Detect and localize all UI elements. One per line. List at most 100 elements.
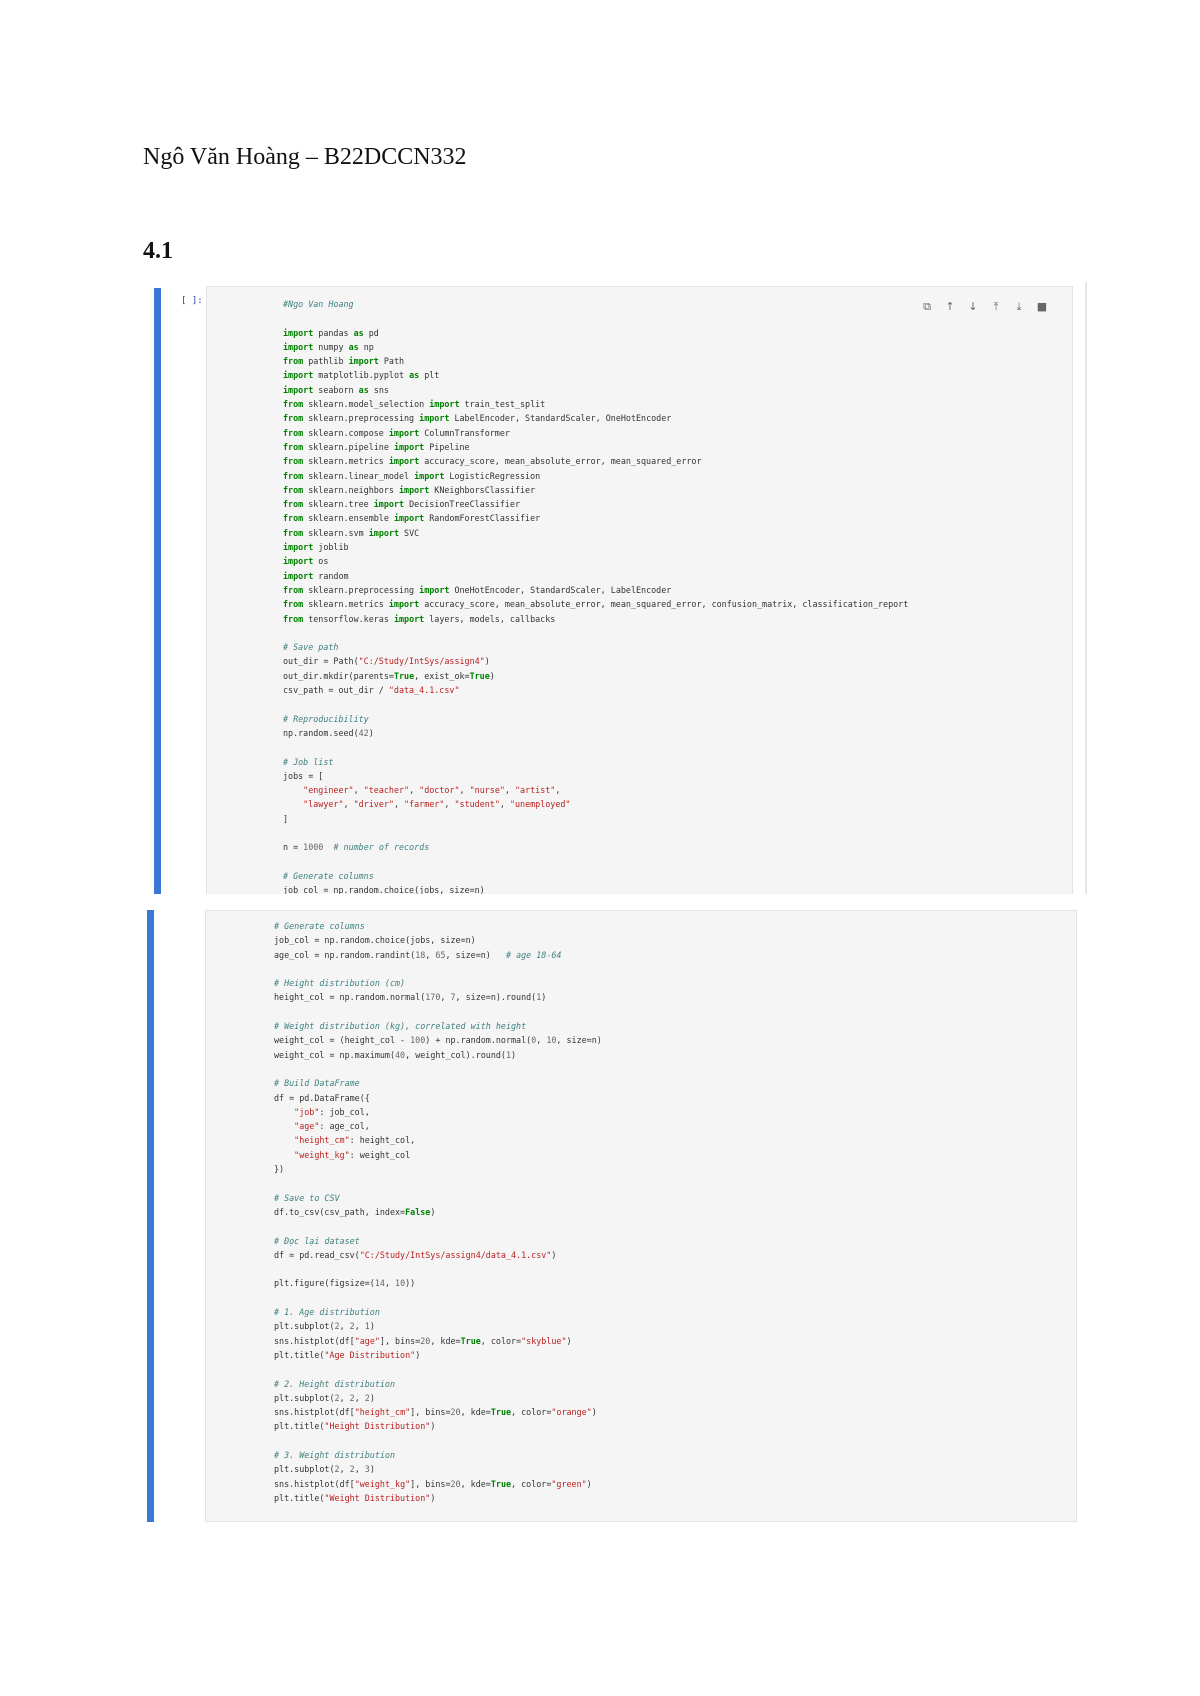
- active-cell-indicator: [154, 288, 161, 894]
- code-line: height_col = np.random.normal(170, 7, si…: [274, 992, 547, 1003]
- code-line: from sklearn.tree import DecisionTreeCla…: [283, 499, 521, 510]
- code-line: import seaborn as sns: [283, 384, 389, 395]
- code-editor-area[interactable]: ⧉ ↑ ↓ ⤒ ⤓ ■ #Ngo Van Hoang import pandas as p…: [206, 286, 1073, 894]
- code-line: plt.figure(figsize=(14, 10)): [274, 1278, 416, 1289]
- code-line: out_dir = Path("C:/Study/IntSys/assign4"…: [283, 656, 490, 667]
- active-cell-indicator: [147, 910, 154, 1522]
- code-line: jobs = [: [283, 770, 324, 781]
- code-line: csv_path = out_dir / "data_4.1.csv": [283, 685, 460, 696]
- code-line: from sklearn.svm import SVC: [283, 527, 420, 538]
- code-line: import os: [283, 556, 329, 567]
- code-line: plt.subplot(2, 2, 2): [274, 1392, 375, 1403]
- cell-toolbar: ⧉ ↑ ↓ ⤒ ⤓ ■: [919, 299, 1050, 315]
- code-line: # Generate columns: [274, 921, 365, 931]
- code-line: import numpy as np: [283, 341, 374, 352]
- code-line: # Save to CSV: [274, 1192, 340, 1203]
- code-line: out_dir.mkdir(parents=True, exist_ok=Tru…: [283, 670, 495, 681]
- code-line: from sklearn.preprocessing import OneHot…: [283, 584, 672, 595]
- code-line: plt.title("Age Distribution"): [274, 1349, 421, 1360]
- code-line: "job": job_col,: [294, 1106, 370, 1117]
- code-line: import matplotlib.pyplot as plt: [283, 370, 440, 381]
- code-line: from tensorflow.keras import layers, mod…: [283, 613, 556, 624]
- arrow-down-icon[interactable]: ↓: [965, 299, 981, 315]
- code-line: job_col = np.random.choice(jobs, size=n): [274, 935, 476, 946]
- code-line: sns.histplot(df["height_cm"], bins=20, k…: [274, 1407, 597, 1418]
- code-line: # Reproducibility: [283, 713, 369, 724]
- delete-icon[interactable]: ■: [1034, 299, 1050, 315]
- insert-below-icon[interactable]: ⤓: [1011, 299, 1027, 315]
- code-line: from sklearn.ensemble import RandomFores…: [283, 513, 541, 524]
- code-line: from sklearn.metrics import accuracy_sco…: [283, 599, 909, 610]
- code-line: # Generate columns: [283, 870, 374, 881]
- copy-icon[interactable]: ⧉: [919, 299, 935, 315]
- code-line: weight_col = np.maximum(40, weight_col).…: [274, 1049, 517, 1060]
- notebook-cell-1[interactable]: [ ]: ⧉ ↑ ↓ ⤒ ⤓ ■ #Ngo Van Hoang import pandas…: [143, 282, 1087, 894]
- code-block-2[interactable]: # Generate columns job_col = np.random.ch…: [274, 919, 602, 1505]
- code-line: #Ngo Van Hoang: [283, 299, 354, 309]
- code-line: df = pd.read_csv("C:/Study/IntSys/assign…: [274, 1249, 557, 1260]
- code-line: plt.subplot(2, 2, 1): [274, 1321, 375, 1332]
- code-line: # Weight distribution (kg), correlated w…: [274, 1021, 527, 1032]
- code-line: "weight_kg": weight_col: [294, 1149, 411, 1160]
- code-line: # Đọc lại dataset: [274, 1235, 360, 1246]
- document-title: Ngô Văn Hoàng – B22DCCN332: [143, 144, 467, 170]
- code-line: plt.title("Weight Distribution"): [274, 1492, 436, 1503]
- code-line: df = pd.DataFrame({: [274, 1092, 370, 1103]
- code-editor-area[interactable]: # Generate columns job_col = np.random.ch…: [205, 910, 1077, 1522]
- code-line: from sklearn.preprocessing import LabelE…: [283, 413, 672, 424]
- code-line: from sklearn.linear_model import Logisti…: [283, 470, 541, 481]
- section-heading: 4.1: [143, 238, 173, 264]
- code-line: "height_cm": height_col,: [294, 1135, 416, 1146]
- code-line: df.to_csv(csv_path, index=False): [274, 1206, 436, 1217]
- code-line: weight_col = (height_col - 100) + np.ran…: [274, 1035, 602, 1046]
- code-line: "lawyer", "driver", "farmer", "student",…: [303, 799, 571, 810]
- code-line: plt.subplot(2, 2, 3): [274, 1464, 375, 1475]
- notebook-cell-2[interactable]: # Generate columns job_col = np.random.ch…: [143, 910, 1077, 1522]
- code-line: plt.title("Height Distribution"): [274, 1421, 436, 1432]
- code-line: import random: [283, 570, 349, 581]
- code-line: from pathlib import Path: [283, 356, 405, 367]
- code-line: # 1. Age distribution: [274, 1307, 380, 1318]
- code-line: from sklearn.model_selection import trai…: [283, 399, 546, 410]
- insert-above-icon[interactable]: ⤒: [988, 299, 1004, 315]
- code-line: import joblib: [283, 542, 349, 553]
- code-line: # Job list: [283, 756, 334, 767]
- arrow-up-icon[interactable]: ↑: [942, 299, 958, 315]
- code-line: "age": age_col,: [294, 1121, 370, 1132]
- code-line: n = 1000 # number of records: [283, 842, 430, 853]
- code-line: sns.histplot(df["age"], bins=20, kde=Tru…: [274, 1335, 572, 1346]
- code-line: # Build DataFrame: [274, 1078, 360, 1089]
- code-line: from sklearn.metrics import accuracy_sco…: [283, 456, 702, 467]
- code-line: sns.histplot(df["weight_kg"], bins=20, k…: [274, 1478, 592, 1489]
- code-line: }): [274, 1164, 285, 1175]
- code-line: import pandas as pd: [283, 327, 379, 338]
- code-line: # Height distribution (cm): [274, 978, 406, 989]
- code-line: age_col = np.random.randint(18, 65, size…: [274, 949, 562, 960]
- code-line: job_col = np.random.choice(jobs, size=n): [283, 885, 485, 894]
- code-line: ]: [283, 813, 289, 824]
- code-line: from sklearn.neighbors import KNeighbors…: [283, 484, 536, 495]
- code-line: from sklearn.compose import ColumnTransf…: [283, 427, 510, 438]
- code-line: # Save path: [283, 642, 339, 653]
- cell-prompt: [ ]:: [181, 296, 203, 306]
- code-block-1[interactable]: #Ngo Van Hoang import pandas as pd import…: [283, 297, 908, 894]
- code-line: # 2. Height distribution: [274, 1378, 396, 1389]
- code-line: from sklearn.pipeline import Pipeline: [283, 441, 470, 452]
- code-line: "engineer", "teacher", "doctor", "nurse"…: [303, 785, 561, 796]
- code-line: np.random.seed(42): [283, 727, 374, 738]
